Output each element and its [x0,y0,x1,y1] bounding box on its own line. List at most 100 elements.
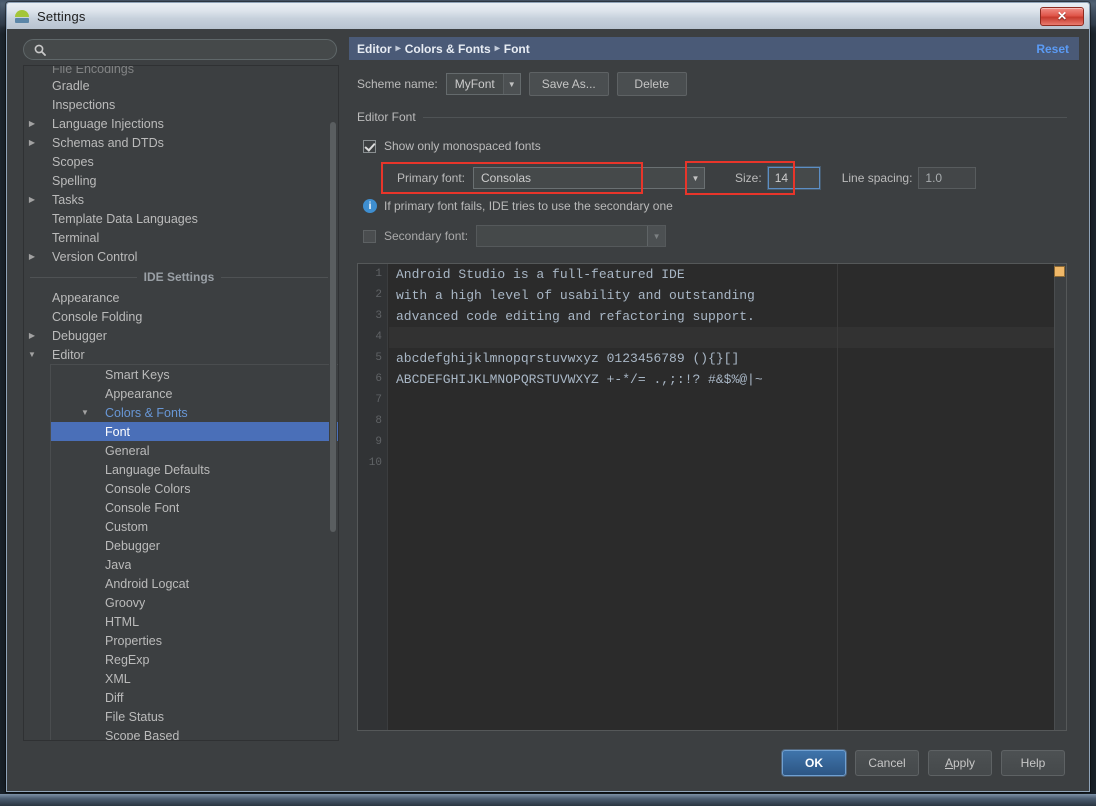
tree-item-smart-keys[interactable]: ▶ Smart Keys [51,365,338,384]
tree-item-gradle[interactable]: ▶ Gradle [24,76,338,95]
tree-item-label: Appearance [52,290,120,305]
secondary-font-checkbox[interactable] [363,229,376,243]
scheme-name-combobox[interactable]: MyFont ▼ [445,73,521,95]
tree-item-language-defaults[interactable]: ▶ Language Defaults [51,460,338,479]
reset-link[interactable]: Reset [1036,42,1069,56]
scheme-row: Scheme name: MyFont ▼ Save As... Delete [357,71,1067,97]
window-bottom-edge [0,794,1096,806]
show-only-monospaced-checkbox[interactable] [363,139,376,153]
font-size-input[interactable]: 14 [767,167,820,189]
tree-item-label: Android Logcat [105,576,190,591]
tree-item-regexp[interactable]: ▶ RegExp [51,650,338,669]
tree-item-spelling[interactable]: ▶ Spelling [24,171,338,190]
cancel-button[interactable]: Cancel [855,750,919,776]
tree-item-scopes[interactable]: ▶ Scopes [24,152,338,171]
tree-item-label: Inspections [52,97,116,112]
chevron-right-icon: ▶ [77,693,93,702]
tree-item-properties[interactable]: ▶ Properties [51,631,338,650]
tree-item-editor[interactable]: ▼ Editor [24,345,338,364]
chevron-down-icon[interactable]: ▼ [77,408,93,417]
content-row: ▶ File Encodings ▶ Gradle ▶ Inspections ▶ Lan… [17,37,1079,741]
tree-scrollbar-thumb[interactable] [330,122,336,532]
search-input[interactable] [52,41,326,58]
chevron-right-icon: ▶ [77,560,93,569]
tree-item-tasks[interactable]: ▶ Tasks [24,190,338,209]
tree-item-custom[interactable]: ▶ Custom [51,517,338,536]
tree-item-general[interactable]: ▶ General [51,441,338,460]
tree-item-xml[interactable]: ▶ XML [51,669,338,688]
chevron-down-icon[interactable]: ▼ [686,168,705,188]
font-preview-editor[interactable]: 1 2 3 4 5 6 7 8 9 10 Android Studio is a full-fea… [357,263,1067,731]
marker-gutter[interactable] [1054,264,1066,730]
delete-button[interactable]: Delete [616,72,687,96]
tree-group-project: ▶Gradle▶Inspections▶Language Injections▶… [24,76,338,266]
line-spacing-label: Line spacing: [841,171,913,185]
preview-line: ABCDEFGHIJKLMNOPQRSTUVWXYZ +-*/= .,;:!? … [396,372,763,387]
search-box[interactable] [23,39,337,60]
tree-item-label: Spelling [52,173,97,188]
tree-item-file-status[interactable]: ▶ File Status [51,707,338,726]
breadcrumb-item-editor[interactable]: Editor [357,42,392,56]
settings-tree-scroll[interactable]: ▶ File Encodings ▶ Gradle ▶ Inspections ▶ Lan… [24,66,338,740]
error-stripe-marker[interactable] [1054,266,1065,277]
chevron-down-icon[interactable]: ▼ [647,226,666,246]
tree-item-diff[interactable]: ▶ Diff [51,688,338,707]
line-spacing-input[interactable]: 1.0 [918,167,977,189]
tree-item-debugger[interactable]: ▶ Debugger [51,536,338,555]
tree-item-schemas-and-dtds[interactable]: ▶ Schemas and DTDs [24,133,338,152]
chevron-down-icon[interactable]: ▼ [24,350,40,359]
chevron-right-icon[interactable]: ▶ [24,331,40,340]
apply-button[interactable]: Apply [928,750,992,776]
tree-item-appearance[interactable]: ▶ Appearance [51,384,338,403]
line-number: 10 [368,457,382,469]
tree-item-java[interactable]: ▶ Java [51,555,338,574]
scheme-name-value: MyFont [454,77,495,91]
tree-item-terminal[interactable]: ▶ Terminal [24,228,338,247]
breadcrumb-item-colors-fonts[interactable]: Colors & Fonts [405,42,491,56]
tree-item-label: Console Folding [52,309,143,324]
tree-item-console-colors[interactable]: ▶ Console Colors [51,479,338,498]
tree-item-version-control[interactable]: ▶ Version Control [24,247,338,266]
chevron-right-icon: ▶ [77,389,93,398]
tree-item-colors-fonts[interactable]: ▼ Colors & Fonts [51,403,338,422]
tree-item-label: Debugger [52,328,107,343]
tree-item-language-injections[interactable]: ▶ Language Injections [24,114,338,133]
tree-section-ide-settings: IDE Settings [24,266,338,288]
window-title: Settings [37,8,86,24]
secondary-font-combobox[interactable]: ▼ [476,225,667,247]
tree-item-android-logcat[interactable]: ▶ Android Logcat [51,574,338,593]
breadcrumb-item-font[interactable]: Font [504,42,530,56]
chevron-right-icon: ▶ [77,541,93,550]
chevron-right-icon: ▶ [77,674,93,683]
help-button[interactable]: Help [1001,750,1065,776]
tree-item-label: Java [105,557,132,572]
chevron-down-icon[interactable]: ▼ [502,74,520,94]
tree-item-console-folding[interactable]: ▶ Console Folding [24,307,338,326]
line-number: 9 [375,436,382,448]
tree-item-font[interactable]: ▶ Font [51,422,338,441]
save-as-button[interactable]: Save As... [528,72,609,96]
chevron-right-icon[interactable]: ▶ [24,252,40,261]
primary-font-combobox[interactable]: Consolas ▼ [473,167,706,189]
preview-code-area[interactable]: Android Studio is a full-featured IDE wit… [389,264,1066,730]
tree-item-label: Scopes [52,154,94,169]
tree-item-appearance[interactable]: ▶ Appearance [24,288,338,307]
tree-item-scope-based[interactable]: ▶ Scope Based [51,726,338,741]
chevron-right-icon[interactable]: ▶ [24,195,40,204]
tree-item-html[interactable]: ▶ HTML [51,612,338,631]
tree-item-template-data-languages[interactable]: ▶ Template Data Languages [24,209,338,228]
line-spacing-value: 1.0 [925,171,943,185]
tree-item-file-encodings[interactable]: ▶ File Encodings [24,66,338,76]
chevron-right-icon[interactable]: ▶ [24,138,40,147]
tree-item-inspections[interactable]: ▶ Inspections [24,95,338,114]
tree-item-groovy[interactable]: ▶ Groovy [51,593,338,612]
tree-item-label: Properties [105,633,162,648]
close-icon: ✕ [1056,9,1068,23]
tree-item-debugger[interactable]: ▶ Debugger [24,326,338,345]
close-button[interactable]: ✕ [1040,6,1084,26]
chevron-right-icon[interactable]: ▶ [24,119,40,128]
breadcrumb-separator-icon: ▸ [494,43,500,54]
tree-item-console-font[interactable]: ▶ Console Font [51,498,338,517]
primary-font-value: Consolas [481,171,532,185]
ok-button[interactable]: OK [782,750,846,776]
